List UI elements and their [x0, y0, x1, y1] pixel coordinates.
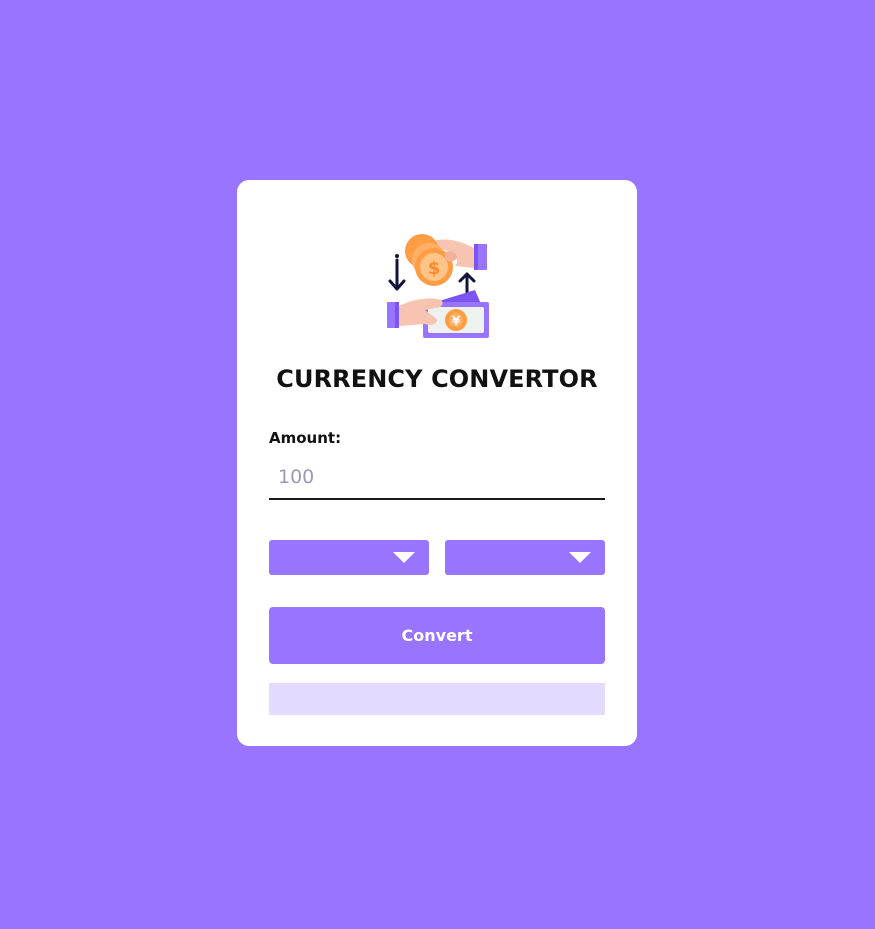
currency-exchange-hands-icon: $ ¥	[387, 234, 489, 338]
convert-button[interactable]: Convert	[269, 607, 605, 664]
svg-text:¥: ¥	[452, 314, 461, 328]
amount-input[interactable]	[269, 456, 605, 500]
page-title: CURRENCY CONVERTOR	[276, 365, 598, 393]
svg-text:$: $	[428, 258, 441, 279]
from-currency-select[interactable]	[269, 540, 429, 575]
result-output	[269, 683, 605, 715]
converter-card: $ ¥ CURRENCY CONVERTOR Amount: 100 Conve…	[237, 180, 637, 746]
caret-down-icon	[393, 552, 415, 563]
page-background: $ ¥ CURRENCY CONVERTOR Amount: 100 Conve…	[0, 0, 875, 929]
to-currency-select[interactable]	[445, 540, 605, 575]
amount-label: Amount:	[269, 429, 342, 447]
caret-down-icon	[569, 552, 591, 563]
